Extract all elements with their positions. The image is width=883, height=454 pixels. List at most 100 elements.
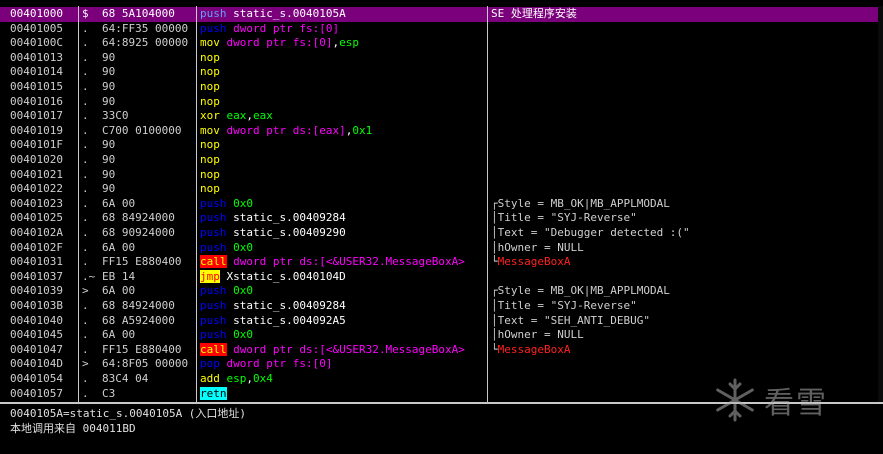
instruction-mnemonic: add xyxy=(200,372,220,385)
call-bracket: │ xyxy=(491,328,498,342)
comment-cell: │hOwner = NULL xyxy=(491,328,883,343)
hex-bytes-cell: 6A 00 xyxy=(102,240,136,254)
jump-marker-cell: . xyxy=(82,109,89,123)
comment-cell: └MessageBoxA xyxy=(491,343,883,358)
disasm-row[interactable]: 00401025. 68 84924000 push static_s.004092… xyxy=(0,211,883,226)
disassembly-cell: call dword ptr ds:[<&USER32.MessageBoxA> xyxy=(200,255,487,270)
disasm-row[interactable]: 0040104D >64:8F05 00000 pop dword ptr fs:[… xyxy=(0,357,883,372)
hex-bytes-cell: 68 84924000 xyxy=(102,299,175,312)
instruction-mnemonic: push xyxy=(200,240,227,254)
comment-cell: │Title = "SYJ-Reverse" xyxy=(491,299,883,314)
jump-marker-cell: . xyxy=(82,80,89,93)
instruction-mnemonic: mov xyxy=(200,123,220,137)
column-divider xyxy=(196,6,197,402)
disasm-row[interactable]: 0040103B. 68 84924000 push static_s.004092… xyxy=(0,299,883,314)
disasm-row[interactable]: 00401021. 90 nop xyxy=(0,168,883,183)
disasm-row[interactable]: 00401013. 90 nop xyxy=(0,51,883,66)
call-bracket: │ xyxy=(491,226,498,239)
address-cell: 00401040 xyxy=(10,313,63,327)
comment-text: Style = MB_OK|MB_APPLMODAL xyxy=(497,196,670,210)
jump-marker-cell: . xyxy=(82,372,89,385)
instruction-operand: , xyxy=(246,109,253,123)
comment-cell: │Text = "SEH_ANTI_DEBUG" xyxy=(491,314,883,329)
disassembly-cell: nop xyxy=(200,51,487,66)
disasm-row[interactable]: 00401020. 90 nop xyxy=(0,153,883,168)
jump-marker-cell: . xyxy=(82,196,89,210)
column-divider xyxy=(78,6,79,402)
comment-cell: │Title = "SYJ-Reverse" xyxy=(491,211,883,226)
instruction-mnemonic: push xyxy=(200,21,227,35)
disasm-row[interactable]: 0040100C. 64:8925 00000 mov dword ptr fs:[… xyxy=(0,36,883,51)
hex-bytes-cell: 33C0 xyxy=(102,109,129,123)
jump-marker-cell: . xyxy=(82,36,89,50)
address-cell: 00401025 xyxy=(10,211,63,225)
jump-marker-cell: . xyxy=(82,182,89,196)
disasm-row[interactable]: 00401037 .~ EB 14 jmp Xstatic_s.0040104D xyxy=(0,269,883,285)
address-cell: 00401014 xyxy=(10,65,63,79)
disassembly-cell: push static_s.00409290 xyxy=(200,226,487,241)
instruction-mnemonic: nop xyxy=(200,138,220,152)
disasm-row[interactable]: 00401031. FF15 E880400 call dword ptr ds:[… xyxy=(0,255,883,270)
comment-cell: ┌Style = MB_OK|MB_APPLMODAL xyxy=(491,197,883,212)
jump-marker-cell: . xyxy=(82,65,89,79)
instruction-mnemonic: nop xyxy=(200,50,220,64)
hex-bytes-cell: 90 xyxy=(102,153,116,166)
hex-bytes-cell: C3 xyxy=(102,386,116,400)
hex-bytes-cell: 6A 00 xyxy=(102,328,136,342)
comment-text: hOwner = NULL xyxy=(497,328,584,342)
jump-marker-cell: . xyxy=(82,167,89,181)
disassembly-cell: retn xyxy=(200,386,487,402)
disasm-row[interactable]: 0040102A. 68 90924000 push static_s.004092… xyxy=(0,226,883,241)
disasm-row[interactable]: 00401016. 90 nop xyxy=(0,95,883,110)
instruction-mnemonic: jmp xyxy=(200,269,220,283)
instruction-mnemonic: nop xyxy=(200,167,220,181)
disassembly-cell: push static_s.00409284 xyxy=(200,211,487,226)
disassembly-cell: push static_s.0040105A xyxy=(200,7,487,22)
disasm-row[interactable]: 00401019. C700 0100000 mov dword ptr ds:[e… xyxy=(0,124,883,139)
disasm-row[interactable]: 00401023. 6A 00 push 0x0 ┌Style = MB_OK|MB_… xyxy=(0,197,883,212)
disassembly-cell: push dword ptr fs:[0] xyxy=(200,22,487,37)
disassembly-cell: push 0x0 xyxy=(200,241,487,256)
disasm-row[interactable]: 00401015. 90 nop xyxy=(0,80,883,95)
disasm-row[interactable]: 0040101F. 90 nop xyxy=(0,138,883,153)
call-bracket: │ xyxy=(491,240,498,254)
address-cell: 00401037 xyxy=(10,269,63,283)
disasm-row[interactable]: 00401000 $68 5A104000 push static_s.004010… xyxy=(0,7,883,22)
jump-marker-cell: . xyxy=(82,123,89,137)
snowflake-icon xyxy=(716,378,754,422)
column-divider xyxy=(487,6,488,402)
jump-marker-cell: > xyxy=(82,284,89,298)
jump-marker-cell: . xyxy=(82,21,89,35)
instruction-operand: dword ptr ds:[eax] xyxy=(219,123,346,137)
address-cell: 00401019 xyxy=(10,123,63,137)
jump-marker-cell: . xyxy=(82,255,89,269)
disasm-row[interactable]: 00401017. 33C0 xor eax,eax xyxy=(0,109,883,124)
disasm-row[interactable]: 00401022. 90 nop xyxy=(0,182,883,197)
address-cell: 00401017 xyxy=(10,109,63,123)
instruction-mnemonic: nop xyxy=(200,153,220,166)
disasm-row[interactable]: 00401040. 68 A5924000 push static_s.004092… xyxy=(0,314,883,329)
hex-bytes-cell: 90 xyxy=(102,94,116,108)
jump-marker-cell: . xyxy=(82,211,89,225)
disasm-row[interactable]: 00401047. FF15 E880400 call dword ptr ds:[… xyxy=(0,342,883,358)
instruction-operand: static_s.00409284 xyxy=(226,299,346,312)
jump-marker-cell: .~ xyxy=(82,269,96,283)
disasm-row[interactable]: 00401014. 90 nop xyxy=(0,65,883,80)
comment-text: MessageBoxA xyxy=(497,342,571,356)
instruction-mnemonic: push xyxy=(200,284,227,298)
jump-marker-cell: . xyxy=(82,313,89,327)
disasm-row[interactable]: 0040102F. 6A 00 push 0x0 │hOwner = NULL xyxy=(0,241,883,256)
comment-text: Title = "SYJ-Reverse" xyxy=(497,211,637,225)
disasm-row[interactable]: 00401045. 6A 00 push 0x0 │hOwner = NULL xyxy=(0,328,883,343)
disassembly-cell: xor eax,eax xyxy=(200,109,487,124)
disassembly-cell: push 0x0 xyxy=(200,284,487,299)
disasm-row[interactable]: 00401005. 64:FF35 00000 push dword ptr fs:… xyxy=(0,22,883,37)
hex-bytes-cell: 90 xyxy=(102,65,116,79)
disassembly-cell: nop xyxy=(200,65,487,80)
jump-marker-cell: . xyxy=(82,226,89,239)
address-cell: 00401015 xyxy=(10,80,63,93)
comment-text: Title = "SYJ-Reverse" xyxy=(497,299,637,312)
disassembly-cell: push static_s.00409284 xyxy=(200,299,487,314)
vertical-scrollbar[interactable] xyxy=(878,6,883,402)
disasm-row[interactable]: 00401039 >6A 00 push 0x0 ┌Style = MB_OK|MB_… xyxy=(0,284,883,299)
